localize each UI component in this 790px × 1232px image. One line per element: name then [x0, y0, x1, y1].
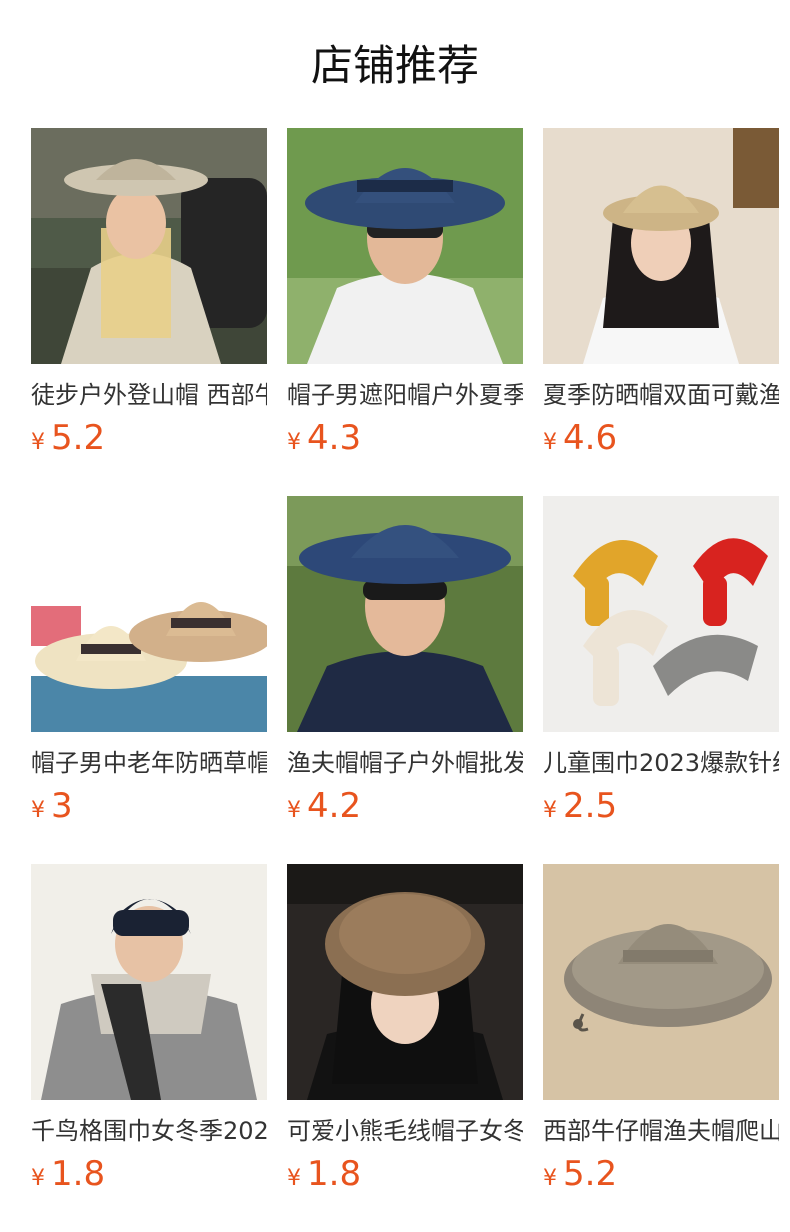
product-name[interactable]: 可爱小熊毛线帽子女冬季 [287, 1114, 523, 1148]
fluffy-bear-hat-woman-photo [287, 864, 523, 1100]
product-price: ¥5.2 [31, 416, 105, 460]
product-price: ¥5.2 [543, 1152, 617, 1196]
product-image[interactable] [287, 864, 523, 1100]
navy-sun-hat-man-photo [287, 128, 523, 364]
product-image[interactable] [31, 864, 267, 1100]
price-value: 1.8 [307, 1154, 362, 1194]
price-value: 1.8 [51, 1154, 106, 1194]
currency-symbol: ¥ [543, 798, 557, 823]
product-card[interactable]: 儿童围巾2023爆款针织 ¥2.5 [543, 496, 779, 826]
price-value: 5.2 [563, 1154, 618, 1194]
currency-symbol: ¥ [287, 1166, 301, 1191]
currency-symbol: ¥ [287, 430, 301, 455]
product-price: ¥2.5 [543, 784, 617, 828]
product-card[interactable]: 渔夫帽帽子户外帽批发 ¥4.2 [287, 496, 523, 826]
product-name[interactable]: 西部牛仔帽渔夫帽爬山 [543, 1114, 779, 1148]
product-card[interactable]: 西部牛仔帽渔夫帽爬山 ¥5.2 [543, 864, 779, 1194]
currency-symbol: ¥ [543, 1166, 557, 1191]
product-price: ¥1.8 [31, 1152, 105, 1196]
product-card[interactable]: 帽子男遮阳帽户外夏季渔夫帽 ¥4.3 [287, 128, 523, 458]
currency-symbol: ¥ [543, 430, 557, 455]
product-name[interactable]: 儿童围巾2023爆款针织 [543, 746, 779, 780]
product-image[interactable] [287, 496, 523, 732]
product-card[interactable]: 夏季防晒帽双面可戴渔夫帽 ¥4.6 [543, 128, 779, 458]
currency-symbol: ¥ [31, 1166, 45, 1191]
price-value: 4.3 [307, 418, 362, 458]
knit-scarves-photo [543, 496, 779, 732]
product-image[interactable] [543, 864, 779, 1100]
price-value: 4.6 [563, 418, 618, 458]
product-card[interactable]: 千鸟格围巾女冬季2023 ¥1.8 [31, 864, 267, 1194]
product-card[interactable]: 可爱小熊毛线帽子女冬季 ¥1.8 [287, 864, 523, 1194]
currency-symbol: ¥ [31, 798, 45, 823]
product-image[interactable] [543, 496, 779, 732]
product-image[interactable] [287, 128, 523, 364]
product-price: ¥4.2 [287, 784, 361, 828]
price-value: 4.2 [307, 786, 362, 826]
product-image[interactable] [543, 128, 779, 364]
currency-symbol: ¥ [31, 430, 45, 455]
product-price: ¥3 [31, 784, 73, 828]
product-price: ¥1.8 [287, 1152, 361, 1196]
product-price: ¥4.3 [287, 416, 361, 460]
price-value: 3 [51, 786, 73, 826]
product-card[interactable]: 帽子男中老年防晒草帽 ¥3 [31, 496, 267, 826]
straw-fedora-hats-photo [31, 496, 267, 732]
hiking-hat-woman-photo [31, 128, 267, 364]
product-name[interactable]: 帽子男遮阳帽户外夏季渔夫帽 [287, 378, 523, 412]
product-name[interactable]: 渔夫帽帽子户外帽批发 [287, 746, 523, 780]
product-name[interactable]: 夏季防晒帽双面可戴渔夫帽 [543, 378, 779, 412]
fishing-hat-man-photo [287, 496, 523, 732]
product-name[interactable]: 徒步户外登山帽 西部牛仔帽 [31, 378, 267, 412]
product-card[interactable]: 徒步户外登山帽 西部牛仔帽 ¥5.2 [31, 128, 267, 458]
houndstooth-scarf-woman-photo [31, 864, 267, 1100]
currency-symbol: ¥ [287, 798, 301, 823]
product-name[interactable]: 千鸟格围巾女冬季2023 [31, 1114, 267, 1148]
product-image[interactable] [31, 496, 267, 732]
straw-bucket-hat-woman-photo [543, 128, 779, 364]
khaki-boonie-hat-photo [543, 864, 779, 1100]
product-image[interactable] [31, 128, 267, 364]
product-price: ¥4.6 [543, 416, 617, 460]
price-value: 5.2 [51, 418, 106, 458]
product-name[interactable]: 帽子男中老年防晒草帽 [31, 746, 267, 780]
product-grid: 徒步户外登山帽 西部牛仔帽 ¥5.2 帽子男遮阳帽户外夏季渔夫帽 ¥4.3 [0, 0, 790, 1232]
price-value: 2.5 [563, 786, 618, 826]
